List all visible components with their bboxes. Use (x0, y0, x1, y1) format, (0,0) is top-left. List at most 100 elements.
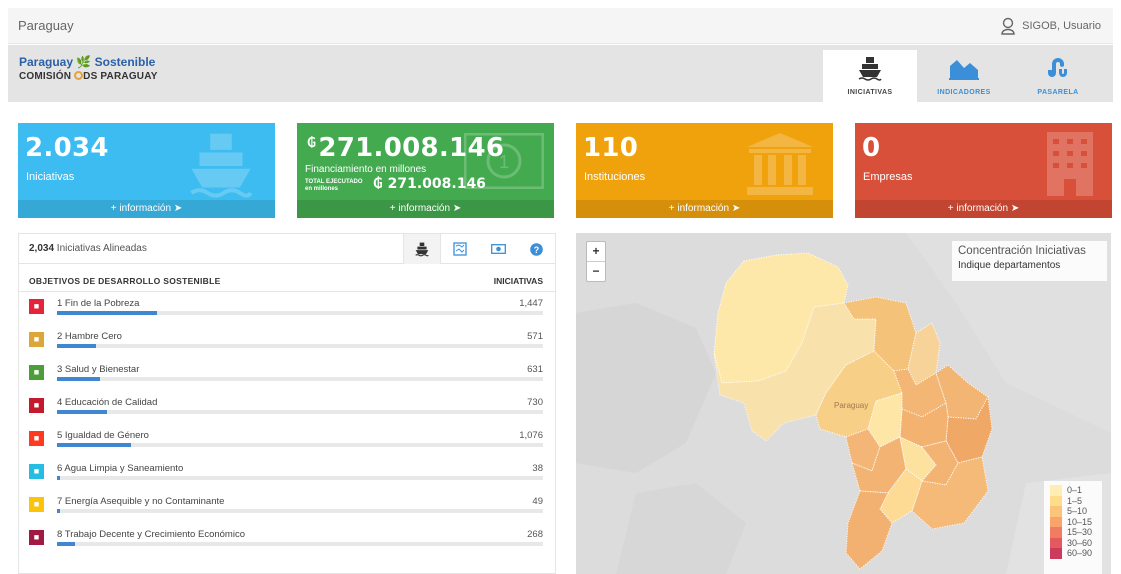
iniciativas-value: 2.034 (25, 133, 109, 163)
ods-circle-icon (74, 71, 84, 80)
legend-item: 60–90 (1050, 548, 1096, 559)
panel-tab-ship[interactable] (403, 234, 441, 264)
tab-indicadores[interactable]: INDICADORES (917, 50, 1011, 102)
ods-value: 571 (527, 331, 543, 342)
legend-label: 60–90 (1067, 548, 1093, 559)
more-info-label: + información (110, 203, 172, 214)
ods-label: 1 Fin de la Pobreza (57, 298, 140, 309)
financiamiento-value: ₲271.008.146 (307, 133, 504, 163)
tab-label: INDICADORES (937, 89, 991, 96)
progress-fill (57, 443, 132, 447)
empresas-value: 0 (862, 133, 881, 163)
legend-item: 10–15 (1050, 516, 1096, 527)
tab-label: INICIATIVAS (847, 89, 893, 96)
progress-fill (57, 344, 97, 348)
legend-label: 0–1 (1067, 485, 1083, 496)
main-tabs: INICIATIVAS INDICADORES PASARELA (823, 50, 1105, 102)
map-legend: 0–1 1–5 5–10 10–15 15–30 30–60 60–90 (1044, 481, 1102, 574)
map-icon (453, 242, 467, 256)
progress-track (57, 377, 543, 381)
legend-swatch (1050, 495, 1062, 506)
user-menu[interactable]: SIGOB, Usuario (1000, 17, 1101, 35)
brand-text-2: Sostenible (94, 55, 156, 69)
table-row[interactable]: ■ 6 Agua Limpia y Saneamiento 38 (19, 457, 555, 490)
help-icon: ? (529, 242, 543, 256)
tab-pasarela[interactable]: PASARELA (1011, 50, 1105, 102)
card-instituciones: 110 Instituciones + información ➤ (576, 123, 833, 218)
ods-value: 1,447 (519, 298, 543, 309)
legend-item: 0–1 (1050, 485, 1096, 496)
zoom-in-button[interactable]: + (587, 242, 605, 262)
legend-item: 15–30 (1050, 527, 1096, 538)
col-header-objetivos: OBJETIVOS DE DESARROLLO SOSTENIBLE (29, 276, 221, 286)
progress-fill (57, 509, 61, 513)
ods-label: 3 Salud y Bienestar (57, 364, 140, 375)
panel-tab-help[interactable]: ? (517, 234, 555, 264)
instituciones-value: 110 (583, 133, 639, 163)
progress-track (57, 344, 543, 348)
zoom-out-button[interactable]: − (587, 262, 605, 282)
progress-track (57, 476, 543, 480)
progress-fill (57, 377, 101, 381)
table-row[interactable]: ■ 4 Educación de Calidad 730 (19, 391, 555, 424)
progress-fill (57, 476, 60, 480)
tab-label: PASARELA (1037, 89, 1079, 96)
ods-value: 1,076 (519, 430, 543, 441)
more-info-link[interactable]: + información ➤ (576, 200, 833, 218)
progress-track (57, 542, 543, 546)
more-info-link[interactable]: + información ➤ (18, 200, 275, 218)
ship-icon (190, 133, 253, 198)
money-icon (490, 244, 506, 254)
table-row[interactable]: ■ 8 Trabajo Decente y Crecimiento Económi… (19, 523, 555, 556)
legend-swatch (1050, 537, 1062, 548)
ods-value: 631 (527, 364, 543, 375)
legend-label: 15–30 (1067, 527, 1093, 538)
more-info-label: + información (389, 203, 451, 214)
page-title: Paraguay (18, 18, 74, 33)
table-row[interactable]: ■ 2 Hambre Cero 571 (19, 325, 555, 358)
progress-fill (57, 542, 76, 546)
panel-tab-money[interactable] (479, 234, 517, 264)
legend-label: 30–60 (1067, 537, 1093, 548)
more-info-link[interactable]: + información ➤ (855, 200, 1112, 218)
panel-toolbar: 2,034 Iniciativas Alineadas ? (19, 234, 555, 264)
user-icon (1001, 17, 1015, 35)
financiamiento-label: Financiamiento en millones (305, 164, 427, 175)
book-icon: ■ (29, 398, 44, 413)
progress-fill (57, 311, 157, 315)
card-financiamiento: 1 ₲271.008.146 Financiamiento en millone… (297, 123, 554, 218)
card-iniciativas: 2.034 Iniciativas + información ➤ (18, 123, 275, 218)
map-view[interactable]: Paraguay + − Concentración Iniciativas I… (576, 233, 1111, 574)
legend-item: 30–60 (1050, 537, 1096, 548)
currency-symbol: ₲ (307, 136, 317, 151)
ods-label: 8 Trabajo Decente y Crecimiento Económic… (57, 529, 245, 540)
legend-item: 5–10 (1050, 506, 1096, 517)
table-row[interactable]: ■ 5 Igualdad de Género 1,076 (19, 424, 555, 457)
map-country-label: Paraguay (834, 401, 869, 410)
aligned-count: 2,034 Iniciativas Alineadas (29, 243, 147, 254)
zoom-control: + − (586, 241, 606, 282)
ship-icon (415, 242, 429, 256)
ods-list: ■ 1 Fin de la Pobreza 1,447 ■ 2 Hambre Cero 5… (19, 292, 555, 556)
aligned-count-label: Iniciativas Alineadas (54, 243, 147, 254)
progress-track (57, 410, 543, 414)
more-info-link[interactable]: + información ➤ (297, 200, 554, 218)
table-row[interactable]: ■ 7 Energía Asequible y no Contaminante 49 (19, 490, 555, 523)
leaf-icon: 🌿 (76, 55, 92, 69)
ods-label: 6 Agua Limpia y Saneamiento (57, 463, 184, 474)
header-band: Paraguay 🌿 Sostenible COMISIÓN DS PARAGU… (8, 45, 1113, 102)
legend-swatch (1050, 485, 1062, 496)
table-row[interactable]: ■ 1 Fin de la Pobreza 1,447 (19, 292, 555, 325)
family-icon: ■ (29, 299, 44, 314)
tab-iniciativas[interactable]: INICIATIVAS (823, 50, 917, 102)
panel-tab-map[interactable] (441, 234, 479, 264)
table-row[interactable]: ■ 3 Salud y Bienestar 631 (19, 358, 555, 391)
table-header: OBJETIVOS DE DESARROLLO SOSTENIBLE INICI… (19, 264, 555, 292)
brand-logo[interactable]: Paraguay 🌿 Sostenible (19, 55, 155, 69)
arrow-circle-icon: ➤ (1010, 203, 1020, 214)
svg-text:?: ? (533, 245, 539, 255)
heartbeat-icon: ■ (29, 365, 44, 380)
user-name: SIGOB, Usuario (1022, 20, 1101, 32)
panel-view-tabs: ? (403, 234, 555, 264)
brand-sub-2: DS PARAGUAY (83, 71, 158, 82)
